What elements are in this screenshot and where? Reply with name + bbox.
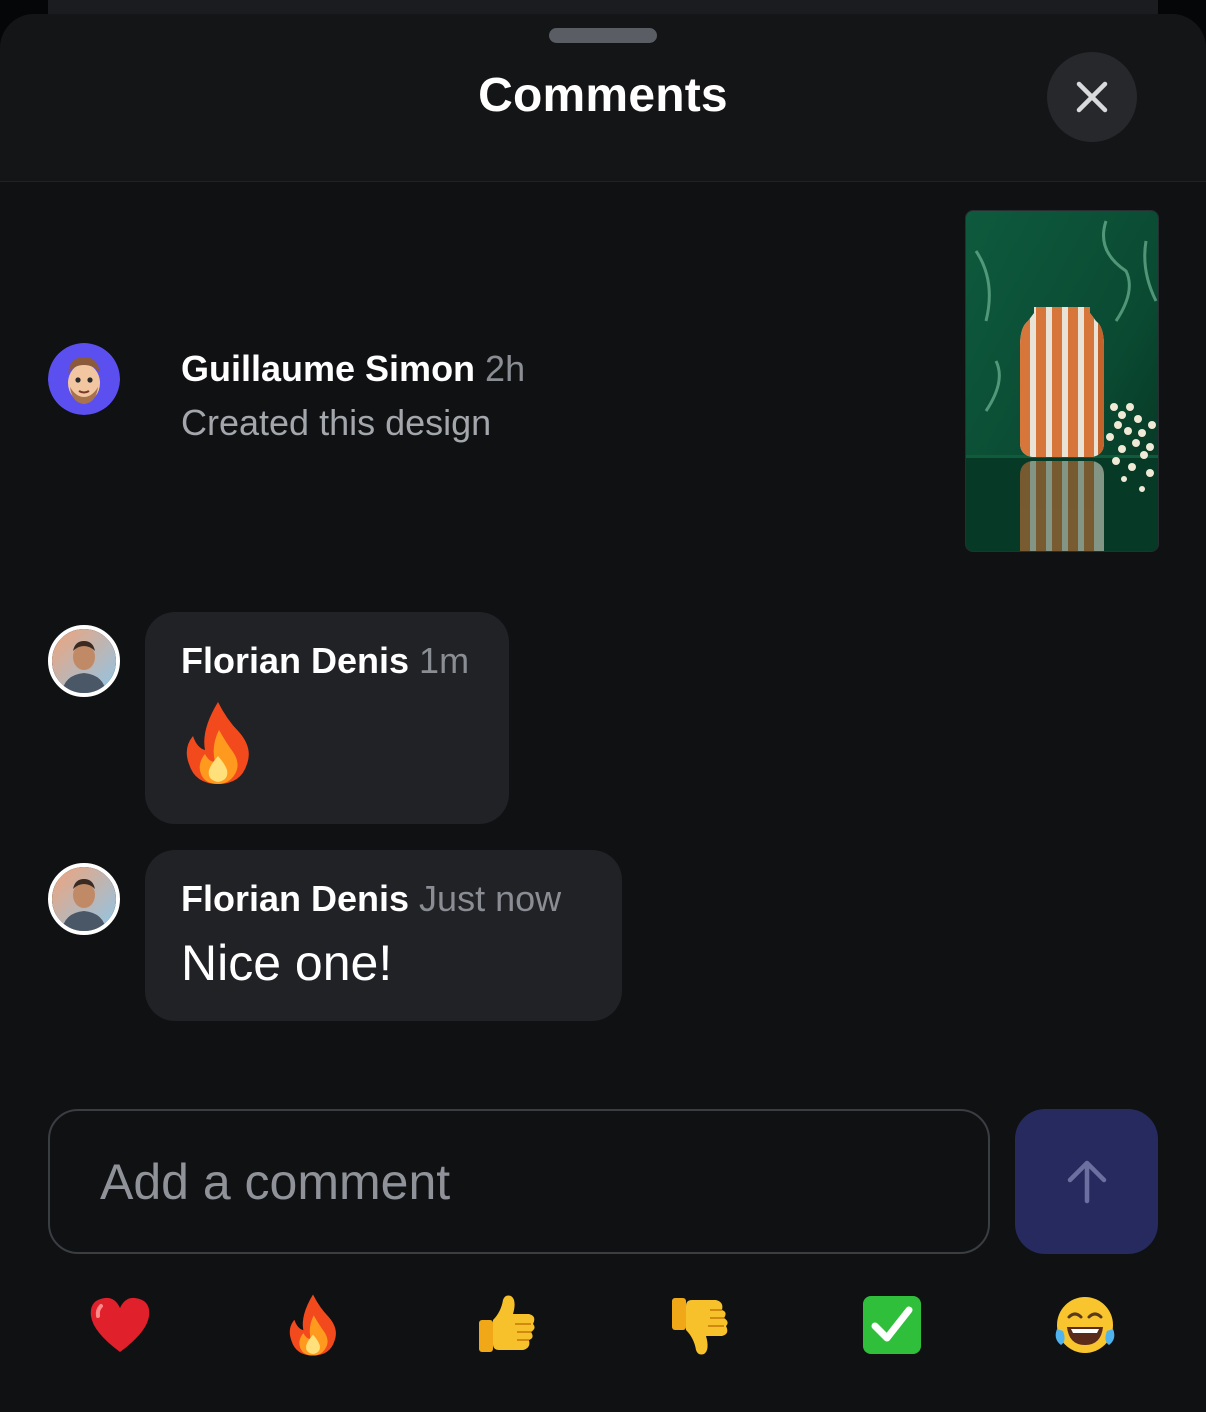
design-thumbnail[interactable] — [965, 210, 1159, 552]
react-thumbs-up-button[interactable] — [466, 1285, 546, 1365]
comment-header: Florian Denis Just now — [181, 878, 561, 920]
author-name: Florian Denis — [181, 640, 410, 681]
react-check-button[interactable] — [852, 1285, 932, 1365]
photo-avatar — [52, 629, 116, 693]
heart-icon — [90, 1297, 150, 1352]
timestamp: 1m — [419, 640, 470, 681]
comment-bubble[interactable]: Florian Denis Just now Nice one! — [145, 850, 622, 1021]
vase-image — [966, 211, 1158, 551]
memoji-avatar — [48, 343, 120, 415]
close-icon — [1076, 81, 1108, 113]
react-heart-button[interactable] — [80, 1285, 160, 1365]
author-name: Guillaume Simon — [181, 348, 476, 389]
arrow-up-icon — [1067, 1160, 1106, 1203]
react-thumbs-down-button[interactable] — [659, 1285, 739, 1365]
background-sheet-edge — [48, 0, 1158, 14]
comment-bubble[interactable]: Florian Denis 1m — [145, 612, 509, 824]
comment-input[interactable] — [48, 1109, 990, 1254]
avatar[interactable] — [48, 625, 120, 697]
comment-text: Nice one! — [181, 935, 393, 991]
page-title: Comments — [478, 69, 728, 122]
quick-reactions — [0, 1285, 1206, 1365]
timestamp: Just now — [419, 878, 562, 919]
avatar[interactable] — [48, 863, 120, 935]
comment-header: Florian Denis 1m — [181, 640, 469, 682]
author-name: Florian Denis — [181, 878, 410, 919]
laughing-icon — [1055, 1297, 1115, 1353]
drag-handle[interactable] — [549, 28, 657, 43]
fire-icon — [186, 702, 249, 784]
activity-text: Created this design — [181, 402, 492, 443]
photo-avatar — [52, 867, 116, 931]
avatar[interactable] — [48, 343, 120, 415]
thumbs-up-icon — [479, 1295, 535, 1352]
comment-text — [183, 700, 253, 791]
react-fire-button[interactable] — [273, 1285, 353, 1365]
fire-icon — [289, 1294, 336, 1356]
thumbs-down-icon — [672, 1298, 728, 1355]
sheet-header: Comments — [0, 14, 1206, 182]
send-button[interactable] — [1015, 1109, 1158, 1254]
timestamp: 2h — [485, 348, 526, 389]
activity-entry: Guillaume Simon 2h Created this design — [181, 348, 525, 444]
react-laugh-button[interactable] — [1045, 1285, 1125, 1365]
close-button[interactable] — [1047, 52, 1137, 142]
check-mark-icon — [863, 1296, 921, 1354]
